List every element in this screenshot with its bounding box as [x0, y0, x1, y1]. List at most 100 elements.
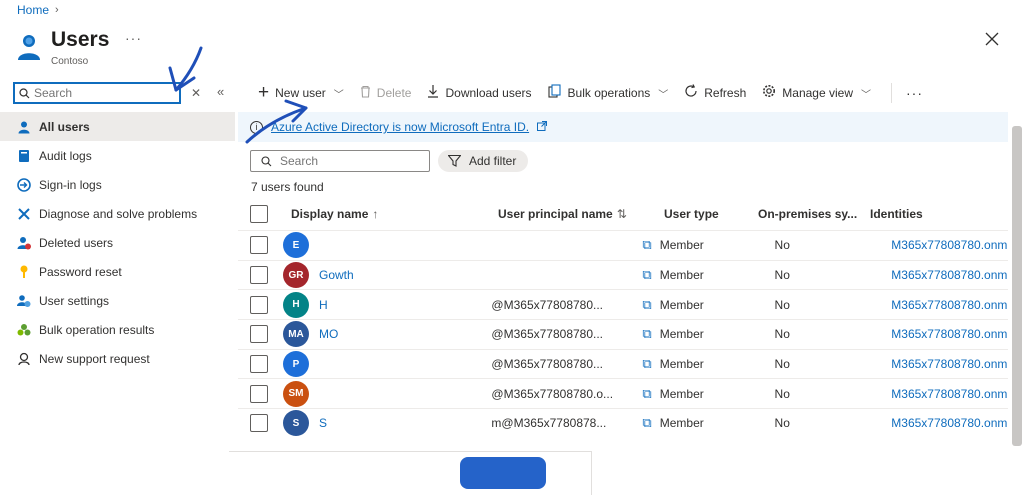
gear-icon: [762, 84, 776, 102]
users-search-input[interactable]: [280, 154, 410, 168]
download-icon: [427, 84, 439, 102]
delete-button[interactable]: Delete: [360, 85, 411, 102]
external-link-icon[interactable]: [537, 120, 548, 134]
user-display-name-link[interactable]: S: [319, 416, 327, 430]
user-type-cell: Member: [659, 357, 704, 372]
copy-icon[interactable]: ⧉: [636, 415, 657, 431]
trash-icon: [360, 85, 371, 102]
avatar: GR: [283, 262, 309, 289]
close-button[interactable]: [982, 31, 1002, 51]
sidebar-item-diagnose[interactable]: Diagnose and solve problems: [0, 199, 235, 228]
column-header-upn[interactable]: User principal name ⇅: [488, 207, 648, 221]
avatar: E: [283, 232, 309, 259]
copy-icon[interactable]: ⧉: [636, 386, 657, 402]
upn-cell: @M365x77808780...: [491, 327, 604, 342]
users-search-box[interactable]: [250, 150, 430, 172]
upn-cell: @M365x77808780...: [491, 297, 604, 312]
collapse-sidebar-icon[interactable]: «: [217, 84, 224, 99]
more-options-icon[interactable]: ···: [125, 30, 142, 46]
copy-icon[interactable]: ⧉: [636, 356, 657, 372]
user-type-cell: Member: [659, 386, 704, 401]
page-subtitle: Contoso: [51, 56, 89, 67]
sidebar-item-all-users[interactable]: All users: [0, 112, 235, 141]
chevron-down-icon[interactable]: ﹀: [861, 86, 871, 101]
upn-cell: m@M365x7780878...: [491, 416, 607, 431]
entra-rename-link[interactable]: Azure Active Directory is now Microsoft …: [271, 120, 529, 134]
row-checkbox[interactable]: [250, 236, 268, 255]
bulk-operations-button[interactable]: Bulk operations ﹀: [547, 84, 668, 102]
vertical-scrollbar[interactable]: [1012, 126, 1022, 446]
column-header-display-name[interactable]: Display name ↑: [268, 207, 488, 221]
table-row[interactable]: P @M365x77808780... ⧉ Member No M365x77808780…: [238, 348, 1008, 379]
display-name-cell: HH: [268, 291, 482, 318]
sidebar-search-box[interactable]: [13, 82, 181, 104]
row-checkbox[interactable]: [250, 414, 268, 433]
user-display-name-link[interactable]: Gowth: [319, 268, 354, 282]
user-display-name-link[interactable]: H: [319, 298, 328, 312]
identities-cell[interactable]: M365x77808780.onm: [891, 327, 1008, 341]
copy-icon[interactable]: ⧉: [636, 267, 657, 283]
deleted-user-icon: [17, 236, 31, 250]
download-users-button[interactable]: Download users: [427, 84, 532, 102]
sidebar-item-label: Bulk operation results: [39, 322, 155, 337]
identities-cell[interactable]: M365x77808780.onm: [891, 238, 1008, 252]
chevron-down-icon[interactable]: ﹀: [334, 86, 344, 101]
add-filter-button[interactable]: Add filter: [438, 150, 529, 172]
upn-cell: @M365x77808780...: [491, 357, 604, 372]
row-checkbox[interactable]: [250, 295, 268, 314]
table-row[interactable]: SM @M365x77808780.o... ⧉ Member No M365x77808…: [238, 378, 1008, 408]
bulk-ops-icon: [547, 84, 562, 102]
copy-icon[interactable]: ⧉: [636, 297, 657, 313]
row-checkbox[interactable]: [250, 266, 268, 285]
avatar: H: [283, 291, 309, 318]
clear-search-icon[interactable]: ✕: [191, 86, 201, 100]
row-checkbox[interactable]: [250, 355, 268, 374]
refresh-button[interactable]: Refresh: [684, 84, 746, 102]
identities-cell[interactable]: M365x77808780.onm: [891, 387, 1008, 401]
chevron-down-icon[interactable]: ﹀: [658, 86, 668, 101]
sidebar-search-input[interactable]: [34, 86, 174, 100]
user-type-cell: Member: [659, 416, 704, 431]
sidebar-item-support-request[interactable]: New support request: [0, 344, 235, 373]
sidebar-item-label: Audit logs: [39, 148, 92, 163]
sidebar-item-sign-in-logs[interactable]: Sign-in logs: [0, 170, 235, 199]
copy-icon[interactable]: ⧉: [636, 326, 657, 342]
sidebar-item-bulk-results[interactable]: Bulk operation results: [0, 315, 235, 344]
display-name-cell: P: [268, 351, 482, 378]
display-name-cell: SM: [268, 380, 482, 407]
display-name-cell: E: [268, 232, 482, 259]
sidebar-item-audit-logs[interactable]: Audit logs: [0, 141, 235, 170]
table-row[interactable]: MA MO @M365x77808780... ⧉ Member No M365x77808…: [238, 319, 1008, 349]
table-row[interactable]: S Sm@M365x7780878... ⧉ Member No M365x7780878…: [238, 408, 1008, 438]
identities-cell[interactable]: M365x77808780.onm: [891, 357, 1008, 371]
user-type-cell: Member: [659, 268, 704, 283]
identities-cell[interactable]: M365x77808780.onm: [891, 298, 1008, 312]
bulk-operations-label: Bulk operations: [567, 86, 651, 100]
column-header-user-type[interactable]: User type: [648, 207, 758, 221]
row-checkbox[interactable]: [250, 384, 268, 403]
copy-icon[interactable]: ⧉: [636, 237, 657, 253]
table-row[interactable]: E ⧉ Member No M365x77808780.onm: [238, 230, 1008, 260]
sidebar-item-user-settings[interactable]: User settings: [0, 286, 235, 315]
more-commands-icon[interactable]: ···: [906, 85, 923, 101]
refresh-label: Refresh: [704, 86, 747, 100]
identities-cell[interactable]: M365x77808780.onm: [891, 268, 1008, 282]
sidebar-item-password-reset[interactable]: Password reset: [0, 257, 235, 286]
on-premises-cell: No: [774, 416, 790, 431]
table-row[interactable]: H H @M365x77808780... ⧉ Member No M365x7780878…: [238, 289, 1008, 319]
redaction-mark: [460, 457, 546, 489]
table-row[interactable]: GR Gowth ⧉ Member No M365x77808780.onm: [238, 259, 1008, 290]
manage-view-button[interactable]: Manage view ﹀: [762, 84, 871, 102]
row-checkbox[interactable]: [250, 325, 268, 344]
breadcrumb-home-link[interactable]: Home: [17, 3, 49, 17]
select-all-checkbox[interactable]: [250, 205, 268, 223]
user-display-name-link[interactable]: MO: [319, 327, 338, 341]
column-header-identities[interactable]: Identities: [870, 207, 970, 221]
on-premises-cell: No: [774, 357, 790, 372]
group-icon: [17, 323, 31, 337]
column-header-on-premises[interactable]: On-premises sy...: [758, 207, 870, 221]
sidebar-item-deleted-users[interactable]: Deleted users: [0, 228, 235, 257]
new-user-button[interactable]: + New user ﹀: [258, 82, 344, 104]
identities-cell[interactable]: M365x77808780.onm: [891, 416, 1008, 430]
search-icon: [19, 87, 30, 98]
